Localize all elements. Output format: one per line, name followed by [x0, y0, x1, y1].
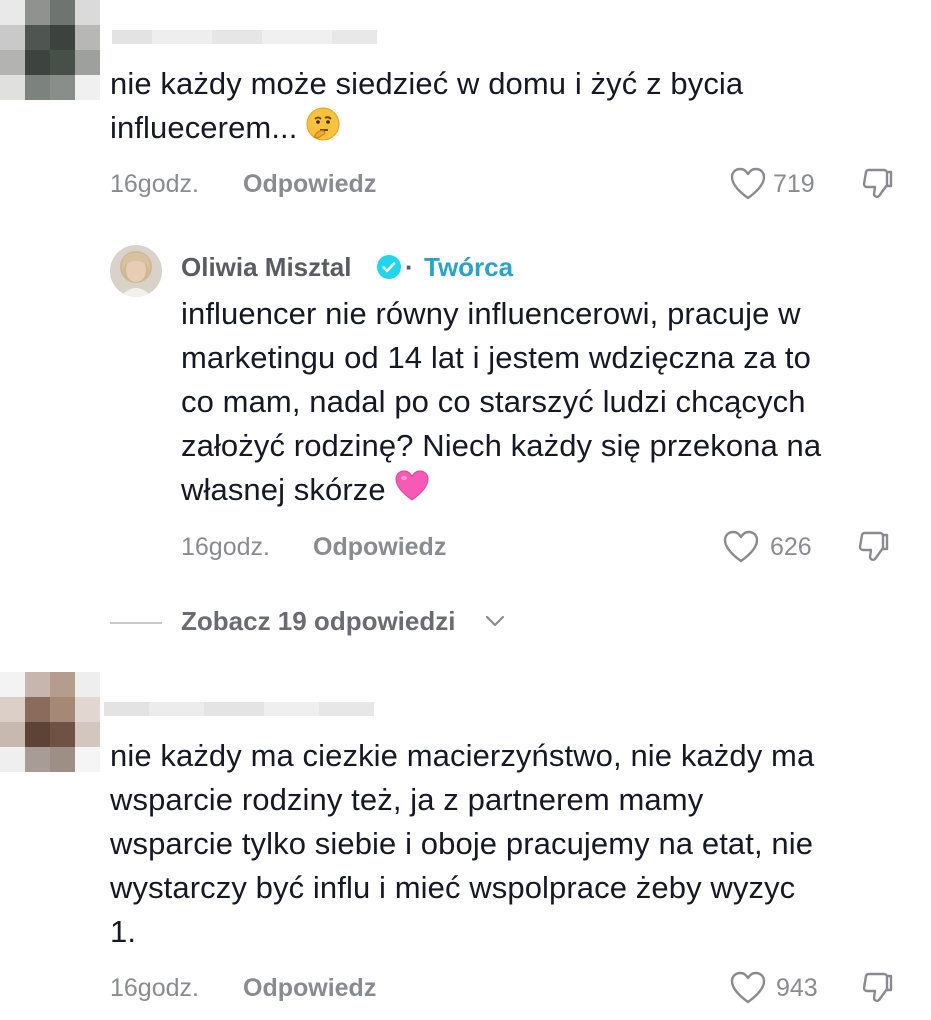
separator-dot: · — [405, 252, 414, 282]
comment-body: nie każdy może siedzieć w domu i żyć z b… — [110, 62, 910, 153]
comment-line: założyć rodzinę? Niech każdy się przekon… — [181, 428, 822, 463]
comment-line: marketingu od 14 lat i jestem wdzięczna … — [181, 340, 811, 375]
creator-name[interactable]: Oliwia Misztal — [181, 252, 352, 283]
dislike-icon[interactable] — [860, 166, 896, 207]
comment-line: wystarczy być influ i mieć wspolprace że… — [110, 870, 796, 905]
like-count: 943 — [776, 974, 818, 1002]
avatar[interactable] — [0, 0, 100, 100]
comment-line: nie każdy może siedzieć w domu i żyć z b… — [110, 66, 744, 101]
reply-button[interactable]: Odpowiedz — [243, 974, 376, 1003]
comment-time: 16godz. — [110, 170, 199, 198]
pink-heart-icon — [394, 469, 430, 515]
comment-line: influecerem... — [110, 110, 298, 145]
dislike-icon[interactable] — [860, 970, 896, 1011]
heart-icon[interactable] — [723, 530, 759, 569]
comment-time: 16godz. — [181, 533, 270, 561]
divider-line — [110, 622, 162, 624]
comment-body: influencer nie równy influencerowi, prac… — [181, 292, 921, 515]
comment-line: 1. — [110, 914, 137, 949]
reply-button[interactable]: Odpowiedz — [313, 533, 446, 562]
chevron-down-icon[interactable] — [484, 613, 506, 634]
heart-icon[interactable] — [730, 167, 766, 206]
comment-line: nie każdy ma ciezkie macierzyństwo, nie … — [110, 738, 815, 773]
comment-line: influencer nie równy influencerowi, prac… — [181, 296, 801, 331]
like-count: 719 — [773, 170, 815, 198]
comment-line: wsparcie tylko siebie i oboje pracujemy … — [110, 826, 814, 861]
like-count: 626 — [770, 533, 812, 561]
username[interactable] — [112, 30, 377, 44]
comment-line: własnej skórze — [181, 472, 386, 507]
view-replies-button[interactable]: Zobacz 19 odpowiedzi — [181, 606, 455, 637]
avatar[interactable] — [0, 672, 100, 772]
creator-label: Twórca — [424, 252, 514, 282]
heart-icon[interactable] — [730, 971, 766, 1010]
username[interactable] — [104, 702, 374, 716]
reply-button[interactable]: Odpowiedz — [243, 170, 376, 199]
comment-line: co mam, nadal po co starszyć ludzi chcąc… — [181, 384, 806, 419]
verified-badge-icon — [376, 254, 402, 285]
comment-body: nie każdy ma ciezkie macierzyństwo, nie … — [110, 734, 925, 954]
comment-line: wsparcie rodziny też, ja z partnerem mam… — [110, 782, 704, 817]
comment-time: 16godz. — [110, 974, 199, 1002]
dislike-icon[interactable] — [856, 529, 892, 570]
thinking-face-icon — [306, 107, 340, 153]
creator-avatar[interactable] — [110, 245, 162, 297]
